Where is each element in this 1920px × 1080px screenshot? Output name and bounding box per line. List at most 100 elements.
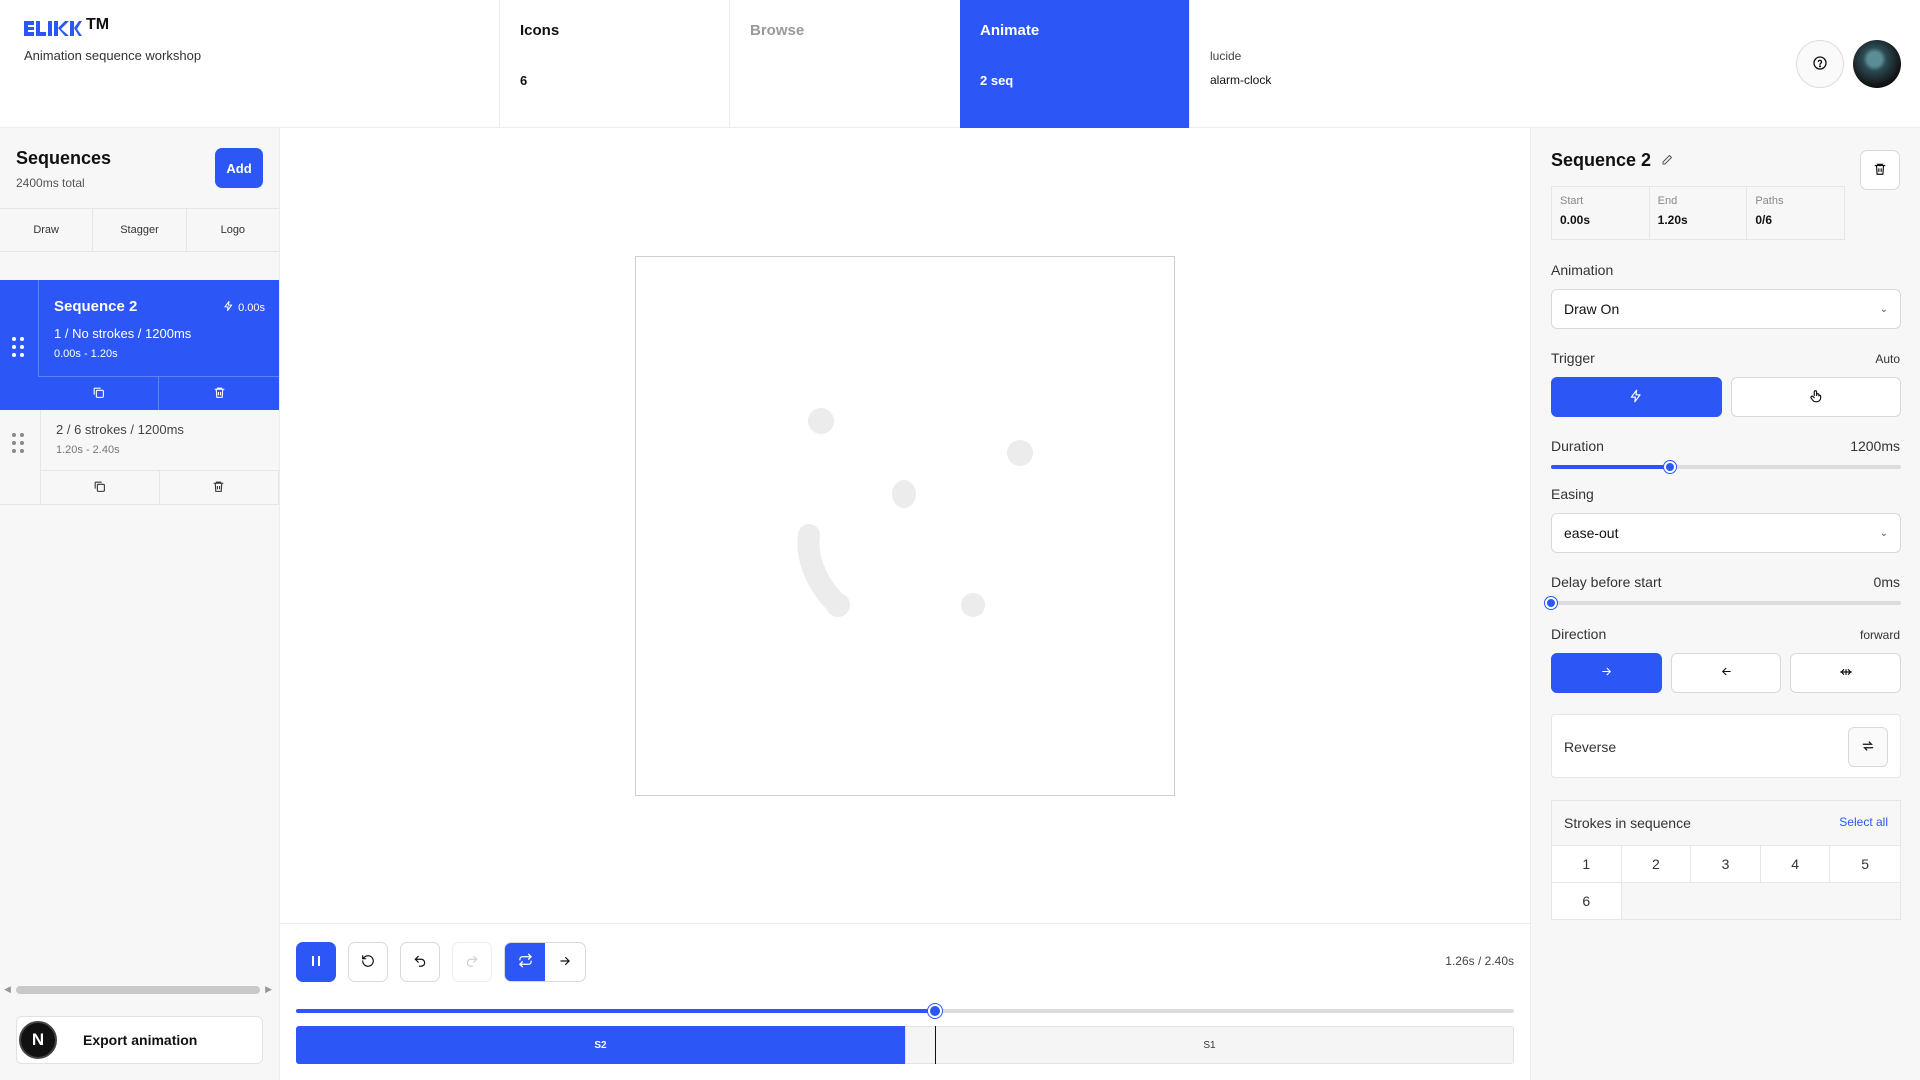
delay-slider-rail [1551, 601, 1901, 605]
restart-button[interactable] [348, 942, 388, 982]
playhead[interactable] [935, 1026, 937, 1064]
app-logo [24, 18, 82, 38]
direction-forward-button[interactable] [1551, 653, 1662, 693]
stroke-toggle[interactable]: 3 [1691, 845, 1761, 882]
export-animation-button[interactable]: N Export animation [16, 1016, 263, 1064]
redo-button[interactable] [452, 942, 492, 982]
track-segment-s1[interactable]: S1 [905, 1026, 1514, 1064]
preset-stagger[interactable]: Stagger [93, 209, 187, 251]
play-once-toggle[interactable] [545, 943, 585, 981]
trigger-auto-button[interactable] [1551, 377, 1722, 417]
sequence-title: Sequence 2 [1551, 150, 1652, 170]
track-segment-s2[interactable]: S2 [296, 1026, 905, 1064]
trash-icon [213, 386, 226, 402]
tab-browse[interactable]: Browse [729, 0, 959, 128]
easing-select-value: ease-out [1564, 525, 1619, 541]
stroke-toggle[interactable]: 4 [1760, 845, 1831, 882]
sequences-sidebar: Sequences 2400ms total Add Draw Stagger … [0, 128, 280, 1080]
rotate-ccw-icon [361, 954, 375, 971]
trigger-click-button[interactable] [1730, 377, 1901, 417]
loop-toggle[interactable] [505, 943, 545, 981]
scrubber-progress [296, 1009, 936, 1013]
scroll-left-arrow-icon[interactable]: ◀ [4, 984, 11, 995]
sequence-info: 2 / 6 strokes / 1200ms [56, 422, 184, 437]
brand: TM Animation sequence workshop [24, 16, 202, 63]
help-button[interactable] [1796, 40, 1844, 88]
add-sequence-button[interactable]: Add [215, 148, 263, 188]
tab-animate-count: 2 seq [980, 73, 1014, 88]
pause-button[interactable] [296, 942, 336, 982]
duration-slider-fill [1551, 465, 1670, 469]
copy-icon [92, 386, 105, 402]
stroke-toggle[interactable]: 5 [1830, 845, 1900, 882]
delete-sequence-button[interactable] [159, 377, 279, 410]
direction-options [1551, 653, 1902, 693]
direction-center-out-button[interactable] [1790, 653, 1902, 693]
sequence-item-active[interactable]: Sequence 2 0.00s 1 / No strokes / 1200ms… [0, 280, 279, 410]
stroke-toggle[interactable]: 2 [1621, 845, 1692, 882]
direction-value: forward [1859, 628, 1900, 642]
pencil-icon[interactable] [1661, 150, 1673, 171]
undo-button[interactable] [400, 942, 440, 982]
app-subtitle: Animation sequence workshop [24, 48, 202, 63]
stroke-toggle[interactable]: 6 [1552, 882, 1622, 919]
copy-icon [93, 480, 106, 496]
drag-handle-icon[interactable] [10, 336, 26, 361]
tab-animate[interactable]: Animate 2 seq [960, 0, 1190, 128]
animation-canvas[interactable] [635, 256, 1175, 796]
scrollbar-thumb[interactable] [16, 986, 260, 994]
sequence-start-time: 0.00s [238, 301, 265, 314]
arrows-center-icon [1839, 665, 1853, 682]
duplicate-sequence-button[interactable] [40, 471, 160, 504]
delete-sequence-button[interactable] [160, 471, 279, 504]
pause-icon [310, 955, 322, 970]
direction-backward-button[interactable] [1670, 653, 1782, 693]
tab-icons[interactable]: Icons 6 [499, 0, 729, 128]
alarm-clock-preview [797, 408, 1033, 617]
sequence-start-badge: 0.00s [223, 300, 265, 315]
stat-start: Start 0.00s [1552, 187, 1650, 239]
drag-handle-icon[interactable] [10, 432, 26, 457]
trademark: TM [86, 16, 110, 33]
delete-sequence-button[interactable] [1860, 150, 1900, 190]
stroke-toggle[interactable]: 1 [1552, 845, 1622, 882]
stat-paths-label: Paths [1755, 195, 1784, 207]
sequences-total-duration: 2400ms total [16, 176, 85, 190]
pointer-hand-icon [1809, 389, 1823, 406]
reverse-toggle-button[interactable] [1848, 727, 1888, 767]
n-badge-icon: N [19, 1021, 57, 1059]
repeat-icon [518, 953, 533, 971]
sequence-actions [40, 470, 279, 504]
icon-name: alarm-clock [1210, 73, 1272, 87]
sequence-track: S2 S1 [296, 1026, 1514, 1064]
delay-slider-thumb[interactable] [1545, 597, 1557, 609]
trash-icon [1873, 162, 1887, 179]
panel-title: Sequence 2 [1551, 150, 1673, 171]
duration-slider-thumb[interactable] [1664, 461, 1676, 473]
stat-end-label: End [1657, 195, 1678, 207]
sequence-range: 1.20s - 2.40s [56, 444, 120, 456]
sequence-range: 0.00s - 1.20s [54, 348, 118, 360]
trigger-options [1551, 377, 1901, 417]
scroll-right-arrow-icon[interactable]: ▶ [265, 984, 272, 995]
lightning-icon [1629, 389, 1643, 406]
delay-slider[interactable] [1545, 597, 1901, 609]
timeline-scrubber[interactable] [296, 1004, 1514, 1018]
user-avatar[interactable] [1853, 40, 1901, 88]
easing-select[interactable]: ease-out ⌄ [1551, 513, 1901, 553]
delay-value: 0ms [1873, 574, 1900, 590]
tab-icons-count: 6 [520, 73, 528, 88]
scrubber-thumb[interactable] [928, 1004, 943, 1018]
duration-value: 1200ms [1850, 438, 1900, 454]
preset-logo[interactable]: Logo [187, 209, 279, 251]
animation-select[interactable]: Draw On ⌄ [1551, 289, 1901, 329]
duration-slider[interactable] [1551, 461, 1901, 473]
preset-draw[interactable]: Draw [0, 209, 94, 251]
duplicate-sequence-button[interactable] [38, 377, 159, 410]
select-all-strokes-link[interactable]: Select all [1839, 815, 1888, 829]
animation-label: Animation [1551, 262, 1614, 278]
sequence-item[interactable]: 2 / 6 strokes / 1200ms 1.20s - 2.40s [0, 410, 279, 505]
sequence-item-divider [38, 280, 39, 376]
sidebar-horizontal-scrollbar[interactable]: ◀ ▶ [4, 984, 272, 996]
preview-area [280, 128, 1530, 923]
